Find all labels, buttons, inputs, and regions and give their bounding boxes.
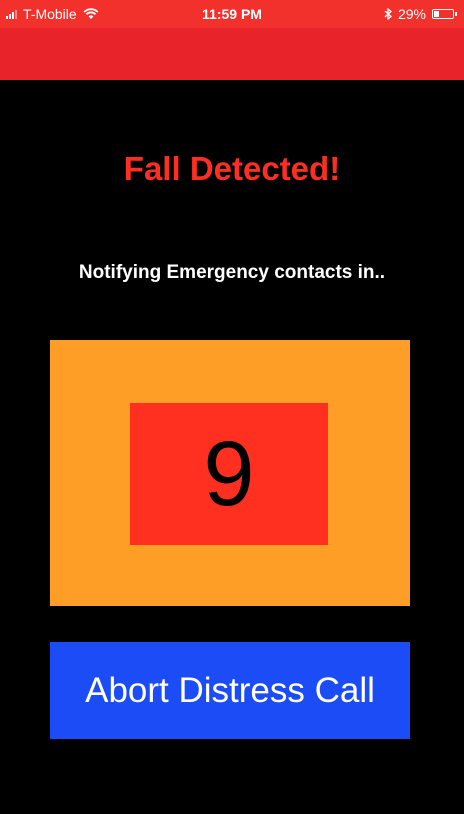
countdown-number: 9 [203,423,255,525]
battery-nub [455,12,457,16]
battery-icon [432,9,457,19]
notifying-subtitle: Notifying Emergency contacts in.. [78,262,386,283]
countdown-box: 9 [130,403,328,545]
battery-fill [434,11,439,17]
bluetooth-icon [384,8,392,20]
status-right: 29% [384,6,457,22]
fall-detected-title: Fall Detected! [123,150,341,187]
battery-percent: 29% [397,6,426,22]
status-bar: T-Mobile 11:59 PM 29% [0,0,464,28]
abort-distress-call-button[interactable]: Abort Distress Call [50,642,410,739]
nav-bar [0,28,464,80]
countdown-panel: 9 [50,340,410,606]
screen: T-Mobile 11:59 PM 29% Fall Detected! Not… [0,0,464,814]
